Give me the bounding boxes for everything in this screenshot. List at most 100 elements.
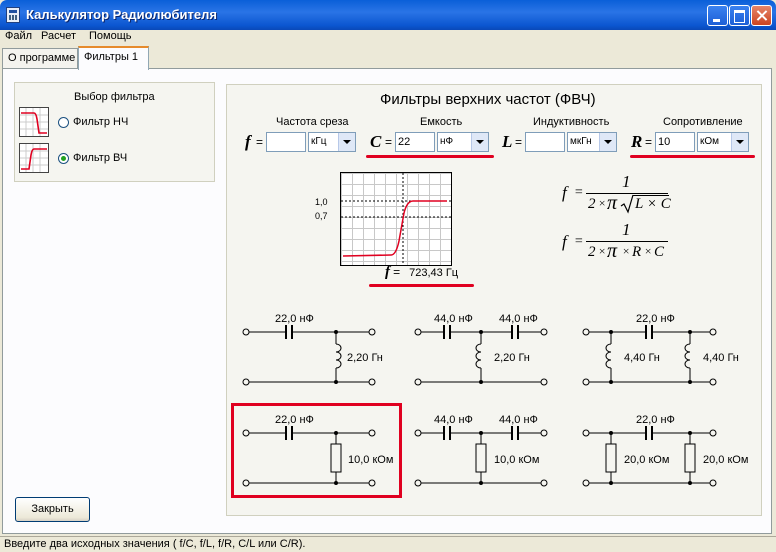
tab-filters[interactable]: Фильтры 1 bbox=[78, 46, 149, 70]
formula-times-2: × bbox=[598, 244, 607, 258]
sqrt-icon bbox=[620, 194, 634, 214]
formula-eq-2: = bbox=[574, 234, 584, 249]
cap-unit-select[interactable]: нФ bbox=[437, 132, 489, 152]
ind-unit-select[interactable]: мкГн bbox=[567, 132, 617, 152]
res-unit-select[interactable]: кОм bbox=[697, 132, 749, 152]
cap-highlight-underline bbox=[366, 155, 494, 158]
res-input[interactable]: 10 bbox=[655, 132, 695, 152]
menu-file[interactable]: Файл bbox=[2, 30, 35, 44]
title-bar[interactable]: Калькулятор Радиолюбителя bbox=[0, 0, 776, 30]
resistor bbox=[475, 443, 487, 473]
highpass-radio[interactable] bbox=[58, 153, 69, 164]
formula-fraction-bar-2 bbox=[586, 241, 668, 242]
maximize-button[interactable] bbox=[729, 5, 750, 26]
minimize-button[interactable] bbox=[707, 5, 728, 26]
formula-two-1: 2 bbox=[588, 196, 596, 212]
circuit-lc1-ind-label: 2,20 Гн bbox=[347, 352, 383, 364]
formula-f-label-2: f bbox=[562, 232, 567, 251]
res-highlight-underline bbox=[630, 155, 755, 158]
calculator-app-icon bbox=[6, 7, 20, 23]
inductor-coil bbox=[605, 343, 612, 370]
tab-about[interactable]: О программе bbox=[2, 48, 78, 68]
circuit-rc2-res-label: 10,0 кОм bbox=[494, 454, 540, 466]
chevron-down-icon[interactable] bbox=[731, 133, 748, 151]
cap-eq: = bbox=[385, 135, 393, 149]
filter-select-title: Выбор фильтра bbox=[74, 91, 155, 103]
menu-help[interactable]: Помощь bbox=[86, 30, 135, 44]
freq-input[interactable] bbox=[266, 132, 306, 152]
formula-two-2: 2 bbox=[588, 244, 596, 260]
cap-symbol: C bbox=[370, 132, 382, 151]
circuit-lc2-cap2-label: 44,0 нФ bbox=[499, 313, 538, 325]
formula-numerator-2: 1 bbox=[622, 220, 631, 239]
circuit-rc2-cap1-label: 44,0 нФ bbox=[434, 414, 473, 426]
result-highlight-underline bbox=[369, 284, 474, 287]
result-eq: = bbox=[393, 265, 401, 279]
circuit-rc3-cap-label: 22,0 нФ bbox=[636, 414, 675, 426]
chevron-down-icon[interactable] bbox=[338, 133, 355, 151]
lowpass-label[interactable]: Фильтр НЧ bbox=[73, 116, 128, 128]
close-window-button[interactable] bbox=[751, 5, 772, 26]
circuit-rc2-cap2-label: 44,0 нФ bbox=[499, 414, 538, 426]
ind-unit-value: мкГн bbox=[570, 136, 592, 147]
resistor bbox=[605, 443, 617, 473]
res-symbol: R bbox=[631, 132, 643, 151]
freq-eq: = bbox=[256, 135, 264, 149]
formula-numerator-1: 1 bbox=[622, 172, 631, 191]
ind-input[interactable] bbox=[525, 132, 565, 152]
highpass-response-icon bbox=[19, 143, 49, 173]
chevron-down-icon[interactable] bbox=[599, 133, 616, 151]
tab-strip: О программе Фильтры 1 bbox=[2, 46, 772, 70]
formula-lc: L × C bbox=[635, 196, 671, 212]
circuit-lc3-ind2-label: 4,40 Гн bbox=[703, 352, 739, 364]
formula-eq-1: = bbox=[574, 185, 584, 200]
status-bar: Введите два исходных значения ( f/C, f/L… bbox=[0, 536, 776, 552]
circuit-lc3-cap-label: 22,0 нФ bbox=[636, 313, 675, 325]
result-value: 723,43 Гц bbox=[409, 267, 459, 279]
chevron-down-icon[interactable] bbox=[471, 133, 488, 151]
lowpass-response-icon bbox=[19, 107, 49, 137]
ind-label: Индуктивность bbox=[533, 116, 610, 128]
filter-select-group: Выбор фильтра Фильтр НЧ Фильтр ВЧ bbox=[14, 82, 215, 182]
cap-label: Емкость bbox=[420, 116, 463, 128]
ind-eq: = bbox=[515, 135, 523, 149]
resistor bbox=[684, 443, 696, 473]
frequency-response-graph bbox=[340, 172, 452, 266]
circuit-lc2-ind-label: 2,20 Гн bbox=[494, 352, 530, 364]
freq-unit-select[interactable]: кГц bbox=[308, 132, 356, 152]
lowpass-radio[interactable] bbox=[58, 117, 69, 128]
res-label: Сопротивление bbox=[663, 116, 743, 128]
ind-symbol: L bbox=[502, 132, 513, 151]
frequency-result: f = 723,43 Гц bbox=[385, 264, 458, 281]
window-title: Калькулятор Радиолюбителя bbox=[26, 7, 217, 22]
freq-label: Частота среза bbox=[276, 116, 349, 128]
freq-unit-value: кГц bbox=[311, 136, 327, 147]
circuit-rc3-res1-label: 20,0 кОм bbox=[624, 454, 670, 466]
selected-circuit-highlight bbox=[231, 403, 402, 498]
circuit-lc1-cap-label: 22,0 нФ bbox=[275, 313, 314, 325]
graph-y-high-label: 1,0 bbox=[315, 197, 328, 207]
response-curve bbox=[342, 200, 447, 257]
inductor-coil bbox=[475, 343, 482, 370]
graph-y-mid-label: 0,7 bbox=[315, 211, 328, 221]
cap-unit-value: нФ bbox=[440, 136, 454, 147]
formula-f-label-1: f bbox=[562, 183, 567, 202]
freq-symbol: f bbox=[245, 132, 251, 151]
highpass-label[interactable]: Фильтр ВЧ bbox=[73, 152, 127, 164]
res-unit-value: кОм bbox=[700, 136, 720, 147]
formula-times-4: × bbox=[644, 244, 653, 258]
formula-c: C bbox=[654, 244, 665, 260]
pi-symbol-2: π bbox=[607, 240, 618, 262]
pi-symbol-1: π bbox=[607, 192, 618, 214]
inductor-coil bbox=[684, 343, 691, 370]
circuit-rc3-res2-label: 20,0 кОм bbox=[703, 454, 749, 466]
close-button[interactable]: Закрыть bbox=[15, 497, 90, 522]
inductor-coil bbox=[335, 343, 342, 370]
circuit-lc2-cap1-label: 44,0 нФ bbox=[434, 313, 473, 325]
menu-calc[interactable]: Расчет bbox=[38, 30, 79, 44]
cap-input[interactable]: 22 bbox=[395, 132, 435, 152]
response-curve-svg bbox=[341, 173, 451, 265]
result-symbol: f bbox=[385, 264, 390, 280]
panel-title: Фильтры верхних частот (ФВЧ) bbox=[380, 91, 596, 108]
res-eq: = bbox=[645, 135, 653, 149]
